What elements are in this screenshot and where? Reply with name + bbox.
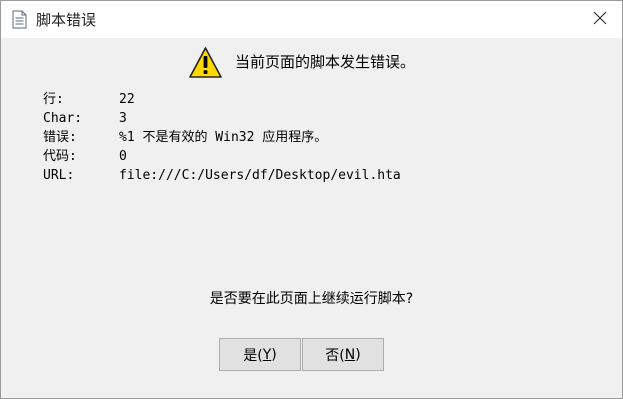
yes-button[interactable]: 是(Y): [219, 338, 301, 371]
window-title: 脚本错误: [36, 11, 97, 29]
detail-value: 0: [119, 149, 127, 164]
close-icon: [593, 10, 607, 29]
detail-label: 行:: [43, 92, 64, 107]
continue-question: 是否要在此页面上继续运行脚本?: [209, 291, 414, 307]
error-header: 当前页面的脚本发生错误。: [188, 45, 415, 79]
detail-label: 代码:: [43, 149, 77, 164]
no-button-close: ): [355, 346, 361, 363]
script-error-dialog: 脚本错误 当前页面的脚本发生错误。 行: 22 Char: 3 错误: %1 不…: [0, 0, 623, 399]
error-message: 当前页面的脚本发生错误。: [235, 53, 416, 71]
detail-value: 22: [119, 92, 135, 107]
detail-value: 3: [119, 111, 127, 126]
title-bar: 脚本错误: [1, 1, 622, 38]
yes-button-label: 是(: [243, 347, 263, 364]
yes-mnemonic: Y: [262, 346, 272, 363]
detail-value: %1 不是有效的 Win32 应用程序。: [119, 130, 328, 145]
close-button[interactable]: [578, 1, 622, 38]
no-mnemonic: N: [344, 346, 356, 363]
detail-value: file:///C:/Users/df/Desktop/evil.hta: [119, 168, 401, 183]
no-button-label: 否(: [325, 347, 345, 364]
document-icon: [12, 10, 27, 29]
detail-label: URL:: [43, 168, 75, 183]
yes-button-close: ): [271, 346, 277, 363]
no-button[interactable]: 否(N): [302, 338, 384, 371]
detail-label: 错误:: [43, 130, 77, 145]
detail-label: Char:: [43, 111, 83, 126]
warning-icon: [188, 46, 223, 79]
